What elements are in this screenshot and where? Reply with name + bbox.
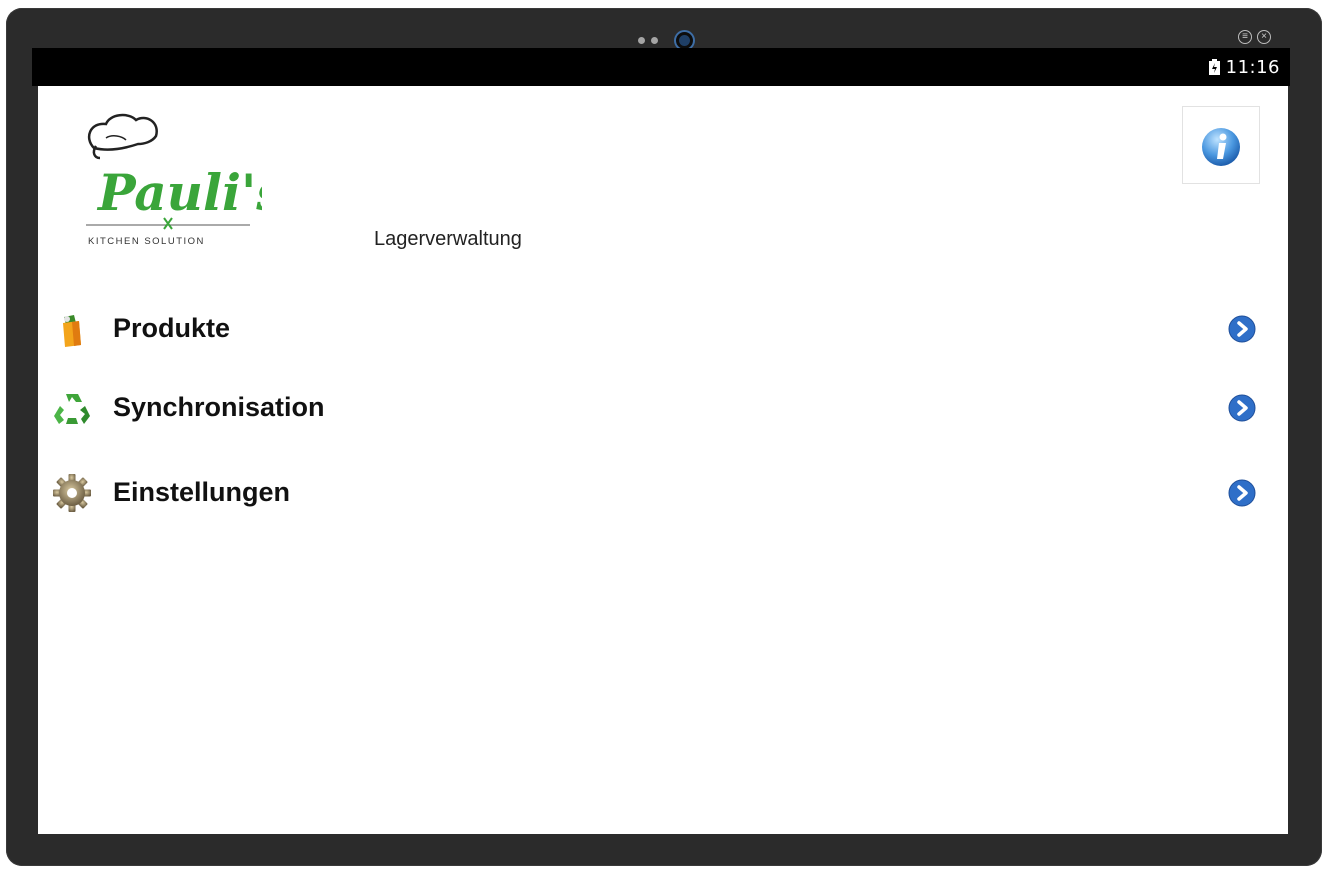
status-bar: 11:16 [32,48,1290,86]
close-window-icon[interactable]: × [1257,30,1271,44]
info-icon [1202,128,1240,166]
chevron-right-icon[interactable] [1228,479,1256,507]
app-screen: Pauli's KITCHEN SOLUTION Lagerverwaltung [38,86,1288,834]
camera-icon [676,32,693,49]
page-subtitle: Lagerverwaltung [374,228,522,250]
chevron-right-icon[interactable] [1228,394,1256,422]
menu-item-produkte[interactable]: Produkte [38,299,1288,359]
chevron-right-icon[interactable] [1228,315,1256,343]
menu-label-produkte: Produkte [113,313,231,343]
status-time: 11:16 [1225,57,1280,78]
menu-label-synchronisation: Synchronisation [113,392,325,422]
menu-item-einstellungen[interactable]: Einstellungen [38,463,1288,523]
menu-window-icon[interactable]: ≡ [1238,30,1252,44]
menu-label-einstellungen: Einstellungen [113,477,291,507]
recycle-icon [54,394,90,424]
menu-item-synchronisation[interactable]: Synchronisation [38,378,1288,438]
shopping-bag-icon [63,315,81,347]
brand-wordmark: Pauli's [96,163,262,222]
battery-icon [1209,59,1220,75]
info-button[interactable] [1182,106,1260,184]
brand-tagline: KITCHEN SOLUTION [88,236,205,247]
paulis-logo: Pauli's KITCHEN SOLUTION [82,108,284,248]
gear-icon [53,474,91,512]
